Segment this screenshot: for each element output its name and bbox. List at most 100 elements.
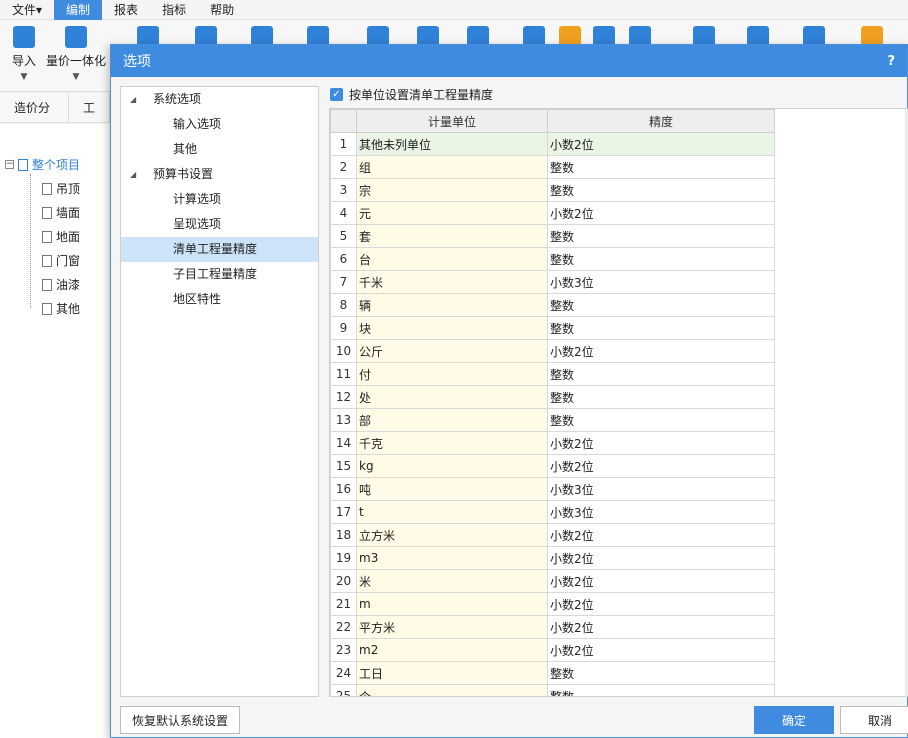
- precision-cell[interactable]: 整数: [547, 316, 775, 340]
- precision-cell[interactable]: 整数: [547, 178, 775, 202]
- tree-item[interactable]: 油漆: [42, 276, 80, 293]
- ok-button[interactable]: 确定: [754, 706, 834, 734]
- precision-cell[interactable]: 小数2位: [547, 592, 775, 616]
- nav-budget-settings[interactable]: ◢ 预算书设置: [121, 162, 318, 187]
- precision-cell[interactable]: 小数2位: [547, 569, 775, 593]
- table-row[interactable]: 25 个整数: [330, 684, 775, 696]
- precision-cell[interactable]: 整数: [547, 293, 775, 317]
- checkbox-checked-icon[interactable]: ✓: [330, 88, 343, 101]
- unit-cell[interactable]: 其他未列单位: [356, 132, 548, 156]
- unit-cell[interactable]: 套: [356, 224, 548, 248]
- unit-column-header[interactable]: 计量单位: [356, 109, 548, 133]
- unit-cell[interactable]: 个: [356, 684, 548, 696]
- unit-cell[interactable]: 付: [356, 362, 548, 386]
- precision-cell[interactable]: 小数2位: [547, 454, 775, 478]
- table-row[interactable]: 21 m 小数2位: [330, 592, 775, 616]
- precision-cell[interactable]: 整数: [547, 408, 775, 432]
- table-row[interactable]: 20 米小数2位: [330, 569, 775, 593]
- unit-cell[interactable]: 块: [356, 316, 548, 340]
- tree-item[interactable]: 吊顶: [42, 180, 80, 197]
- tab-cost-analysis[interactable]: 造价分析: [0, 93, 69, 145]
- unit-cell[interactable]: t: [356, 500, 548, 524]
- tree-item[interactable]: 门窗: [42, 252, 80, 269]
- tab-project[interactable]: 工: [69, 93, 110, 123]
- cancel-button[interactable]: 取消: [840, 706, 908, 734]
- menu-indicator[interactable]: 指标: [150, 0, 198, 20]
- menu-report[interactable]: 报表: [102, 0, 150, 20]
- unit-cell[interactable]: 米: [356, 569, 548, 593]
- unit-cell[interactable]: 立方米: [356, 523, 548, 547]
- unit-cell[interactable]: 千克: [356, 431, 548, 455]
- nav-region-features[interactable]: 地区特性: [121, 287, 318, 312]
- precision-cell[interactable]: 小数3位: [547, 270, 775, 294]
- unit-precision-checkbox-row[interactable]: ✓ 按单位设置清单工程量精度: [330, 86, 493, 103]
- table-row[interactable]: 3 宗整数: [330, 178, 775, 202]
- precision-cell[interactable]: 整数: [547, 247, 775, 271]
- unit-cell[interactable]: 元: [356, 201, 548, 225]
- table-row[interactable]: 5 套整数: [330, 224, 775, 248]
- precision-cell[interactable]: 小数2位: [547, 638, 775, 662]
- import-button[interactable]: 导入 ▼: [4, 26, 44, 82]
- unit-cell[interactable]: m3: [356, 546, 548, 570]
- precision-cell[interactable]: 小数2位: [547, 431, 775, 455]
- help-icon[interactable]: ?: [887, 54, 895, 69]
- precision-cell[interactable]: 整数: [547, 385, 775, 409]
- precision-cell[interactable]: 整数: [547, 684, 775, 696]
- table-row[interactable]: 23 m2 小数2位: [330, 638, 775, 662]
- nav-bill-quantity-precision[interactable]: 清单工程量精度: [121, 237, 318, 262]
- precision-cell[interactable]: 整数: [547, 224, 775, 248]
- table-row[interactable]: 10 公斤 小数2位: [330, 339, 775, 363]
- precision-cell[interactable]: 小数2位: [547, 339, 775, 363]
- table-row[interactable]: 17 t 小数3位: [330, 500, 775, 524]
- tree-root[interactable]: − 整个项目: [5, 156, 80, 173]
- nav-input-options[interactable]: 输入选项: [121, 112, 318, 137]
- table-row[interactable]: 22 平方米 小数2位: [330, 615, 775, 639]
- table-row[interactable]: 16 吨小数3位: [330, 477, 775, 501]
- unit-cell[interactable]: m2: [356, 638, 548, 662]
- restore-defaults-button[interactable]: 恢复默认系统设置: [120, 706, 240, 734]
- table-row[interactable]: 15 kg 小数2位: [330, 454, 775, 478]
- precision-column-header[interactable]: 精度: [547, 109, 775, 133]
- precision-cell[interactable]: 整数: [547, 362, 775, 386]
- table-row[interactable]: 2 组整数: [330, 155, 775, 179]
- unit-cell[interactable]: 吨: [356, 477, 548, 501]
- expand-triangle-icon[interactable]: ◢: [130, 87, 136, 112]
- tree-item[interactable]: 墙面: [42, 204, 80, 221]
- unit-cell[interactable]: 工日: [356, 661, 548, 685]
- table-row[interactable]: 11 付整数: [330, 362, 775, 386]
- table-row[interactable]: 18 立方米 小数2位: [330, 523, 775, 547]
- table-row[interactable]: 12 处整数: [330, 385, 775, 409]
- collapse-icon[interactable]: −: [5, 160, 14, 169]
- precision-cell[interactable]: 小数2位: [547, 615, 775, 639]
- table-row[interactable]: 19 m3 小数2位: [330, 546, 775, 570]
- unit-cell[interactable]: 部: [356, 408, 548, 432]
- precision-cell[interactable]: 整数: [547, 155, 775, 179]
- unit-cell[interactable]: kg: [356, 454, 548, 478]
- unit-cell[interactable]: 公斤: [356, 339, 548, 363]
- precision-cell[interactable]: 小数2位: [547, 523, 775, 547]
- unit-cell[interactable]: 千米: [356, 270, 548, 294]
- precision-cell[interactable]: 小数2位: [547, 201, 775, 225]
- table-row[interactable]: 13 部整数: [330, 408, 775, 432]
- precision-cell[interactable]: 小数3位: [547, 500, 775, 524]
- unit-cell[interactable]: 平方米: [356, 615, 548, 639]
- nav-calc-options[interactable]: 计算选项: [121, 187, 318, 212]
- table-row[interactable]: 7 千米 小数3位: [330, 270, 775, 294]
- table-row[interactable]: 6 台整数: [330, 247, 775, 271]
- unify-button[interactable]: 量价一体化 ▼: [46, 26, 106, 82]
- table-row[interactable]: 8 辆整数: [330, 293, 775, 317]
- table-row[interactable]: 1 其他未列单位 小数2位: [330, 132, 775, 156]
- unit-cell[interactable]: 辆: [356, 293, 548, 317]
- menu-file[interactable]: 文件▾: [0, 0, 54, 20]
- unit-cell[interactable]: 台: [356, 247, 548, 271]
- unit-cell[interactable]: 组: [356, 155, 548, 179]
- table-row[interactable]: 24 工日 整数: [330, 661, 775, 685]
- precision-cell[interactable]: 小数2位: [547, 132, 775, 156]
- table-row[interactable]: 4 元小数2位: [330, 201, 775, 225]
- tree-item[interactable]: 其他: [42, 300, 80, 317]
- nav-other[interactable]: 其他: [121, 137, 318, 162]
- unit-cell[interactable]: 宗: [356, 178, 548, 202]
- precision-cell[interactable]: 整数: [547, 661, 775, 685]
- menu-help[interactable]: 帮助: [198, 0, 246, 20]
- unit-cell[interactable]: 处: [356, 385, 548, 409]
